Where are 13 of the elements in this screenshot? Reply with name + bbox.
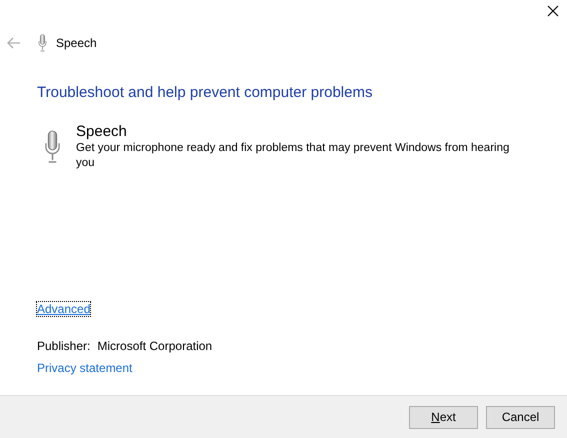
advanced-link[interactable]: Advanced: [37, 302, 90, 316]
troubleshooter-title: Speech: [76, 122, 128, 140]
microphone-icon: [45, 130, 60, 164]
cancel-button[interactable]: Cancel: [486, 406, 555, 428]
next-button[interactable]: Next: [409, 406, 478, 428]
publisher-label: Publisher:: [37, 338, 90, 355]
troubleshooter-description: Get your microphone ready and fix problems that may prevent Windows from hearing you: [76, 140, 510, 170]
window-title: Speech: [56, 35, 97, 52]
close-icon[interactable]: [547, 5, 559, 17]
privacy-statement-link[interactable]: Privacy statement: [37, 359, 132, 377]
page-heading: Troubleshoot and help prevent computer problems: [37, 83, 372, 103]
microphone-icon: [38, 34, 47, 52]
publisher-name: Microsoft Corporation: [97, 338, 212, 355]
